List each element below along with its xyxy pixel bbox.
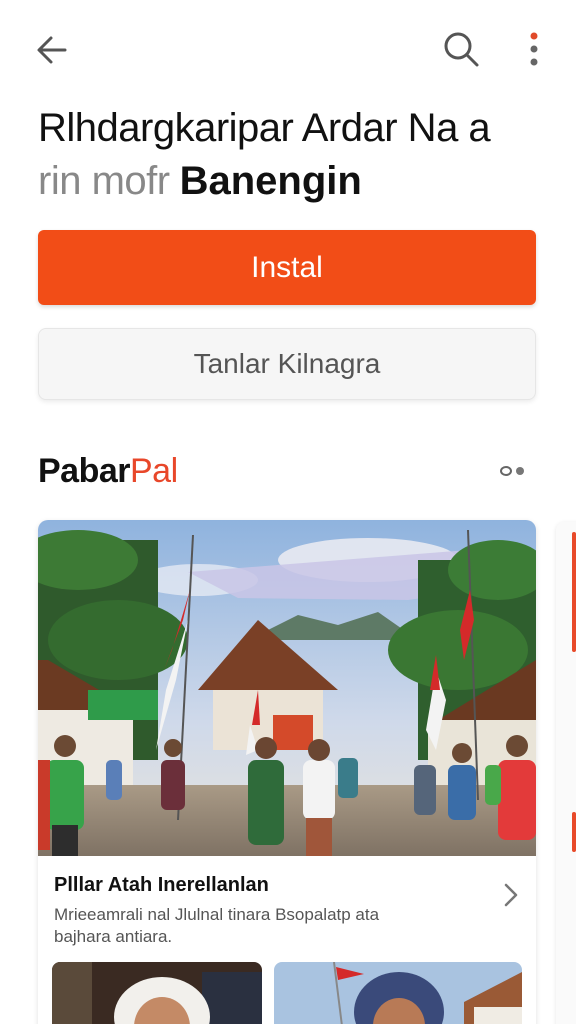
- section-title: PabarPal: [38, 452, 178, 491]
- back-button[interactable]: [30, 28, 74, 72]
- next-card-peek[interactable]: [556, 522, 576, 1024]
- next-card-accent: [572, 532, 576, 652]
- pagination-dots-icon[interactable]: [500, 466, 524, 476]
- search-button[interactable]: [438, 26, 484, 72]
- more-vertical-icon: [530, 32, 538, 66]
- feature-card[interactable]: Plllar Atah Inerellanlan Mrieeamrali nal…: [38, 520, 536, 1024]
- section-title-red: Pal: [130, 452, 178, 490]
- dot-inactive: [516, 467, 524, 475]
- woman-headscarf-photo: [52, 962, 262, 1024]
- thumbnail-2[interactable]: [274, 962, 522, 1024]
- title-muted-text: rin mofr: [38, 159, 170, 203]
- search-icon: [444, 32, 479, 67]
- thumbnail-1[interactable]: [52, 962, 262, 1024]
- more-options-button[interactable]: [516, 26, 552, 72]
- card-chevron-button[interactable]: [498, 882, 524, 908]
- arrow-left-icon: [37, 36, 67, 64]
- top-bar: [0, 0, 576, 100]
- secondary-button[interactable]: Tanlar Kilnagra: [38, 328, 536, 400]
- page-title: Rlhdargkaripar Ardar Na a rin mofr Baneng…: [38, 100, 548, 206]
- woman-hijab-photo: [274, 962, 522, 1024]
- section-title-black: Pabar: [38, 452, 131, 490]
- next-card-accent-2: [572, 812, 576, 852]
- card-title: Plllar Atah Inerellanlan: [54, 874, 269, 896]
- card-description: Mrieeamrali nal Jlulnal tinara Bsopalatp…: [54, 905, 380, 946]
- title-line-1: Rlhdargkaripar Ardar Na a: [38, 106, 491, 150]
- chevron-right-icon: [504, 883, 518, 907]
- install-button[interactable]: Instal: [38, 230, 536, 305]
- title-bold-text: Banengin: [179, 159, 362, 203]
- village-flags-photo: [38, 520, 536, 856]
- dot-active: [500, 466, 512, 476]
- title-line-2: rin mofr Banengin: [38, 156, 548, 206]
